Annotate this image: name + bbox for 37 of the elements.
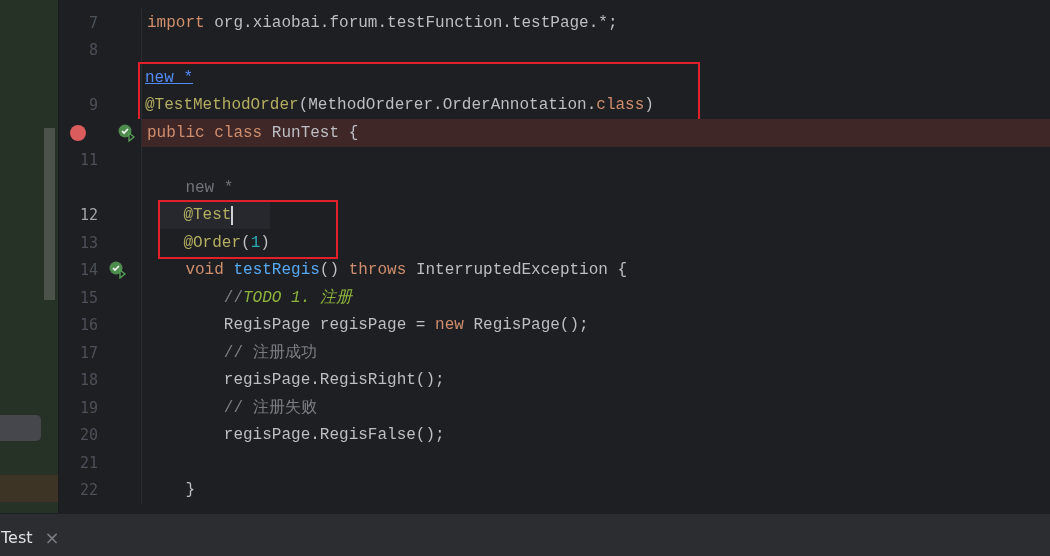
- code-token: import: [147, 13, 206, 32]
- code-token: (MethodOrderer.OrderAnnotation.: [298, 96, 597, 115]
- code-token: org.xiaobai.forum.testFunction.testPage.*;: [214, 13, 618, 32]
- code-token: // 注册失败: [222, 397, 317, 419]
- passed-run-icon[interactable]: [109, 261, 127, 280]
- code-token: regisPage.RegisRight();: [222, 371, 445, 390]
- code-token: new: [435, 316, 465, 335]
- line-number: 12: [78, 206, 98, 225]
- code-token: void: [184, 261, 225, 280]
- close-button[interactable]: ×: [44, 526, 60, 548]
- code-token: @Test: [182, 206, 232, 225]
- code-token: }: [184, 481, 195, 500]
- breakpoint-icon[interactable]: [70, 124, 86, 141]
- passed-run-icon[interactable]: [118, 123, 136, 142]
- code-token: throws: [348, 261, 408, 280]
- code-token: new *: [184, 178, 234, 197]
- code-token: RegisPage regisPage =: [222, 316, 427, 335]
- code-token: 1: [250, 233, 261, 252]
- code-token: public class: [147, 123, 264, 142]
- author-link[interactable]: new *: [145, 68, 193, 87]
- scrollbar[interactable]: [44, 128, 55, 300]
- code-token: ): [644, 96, 654, 115]
- code-token: TODO 1. 注册: [243, 287, 352, 309]
- code-token: // 注册成功: [222, 342, 317, 364]
- code-token: //: [222, 288, 243, 307]
- code-token: testRegis: [233, 261, 320, 280]
- code-token: ): [260, 233, 270, 252]
- code-token: (: [241, 233, 251, 252]
- code-token: regisPage.RegisFalse();: [222, 426, 445, 445]
- code-token: InterruptedException {: [415, 261, 628, 280]
- file-tab[interactable]: Test: [1, 527, 33, 547]
- code-token: @TestMethodOrder: [145, 96, 299, 115]
- code-token: class: [596, 96, 645, 115]
- code-token: RunTest {: [271, 123, 359, 142]
- code-token: (): [319, 261, 341, 280]
- code-token: @Order: [182, 233, 241, 252]
- code-token: RegisPage();: [473, 316, 589, 335]
